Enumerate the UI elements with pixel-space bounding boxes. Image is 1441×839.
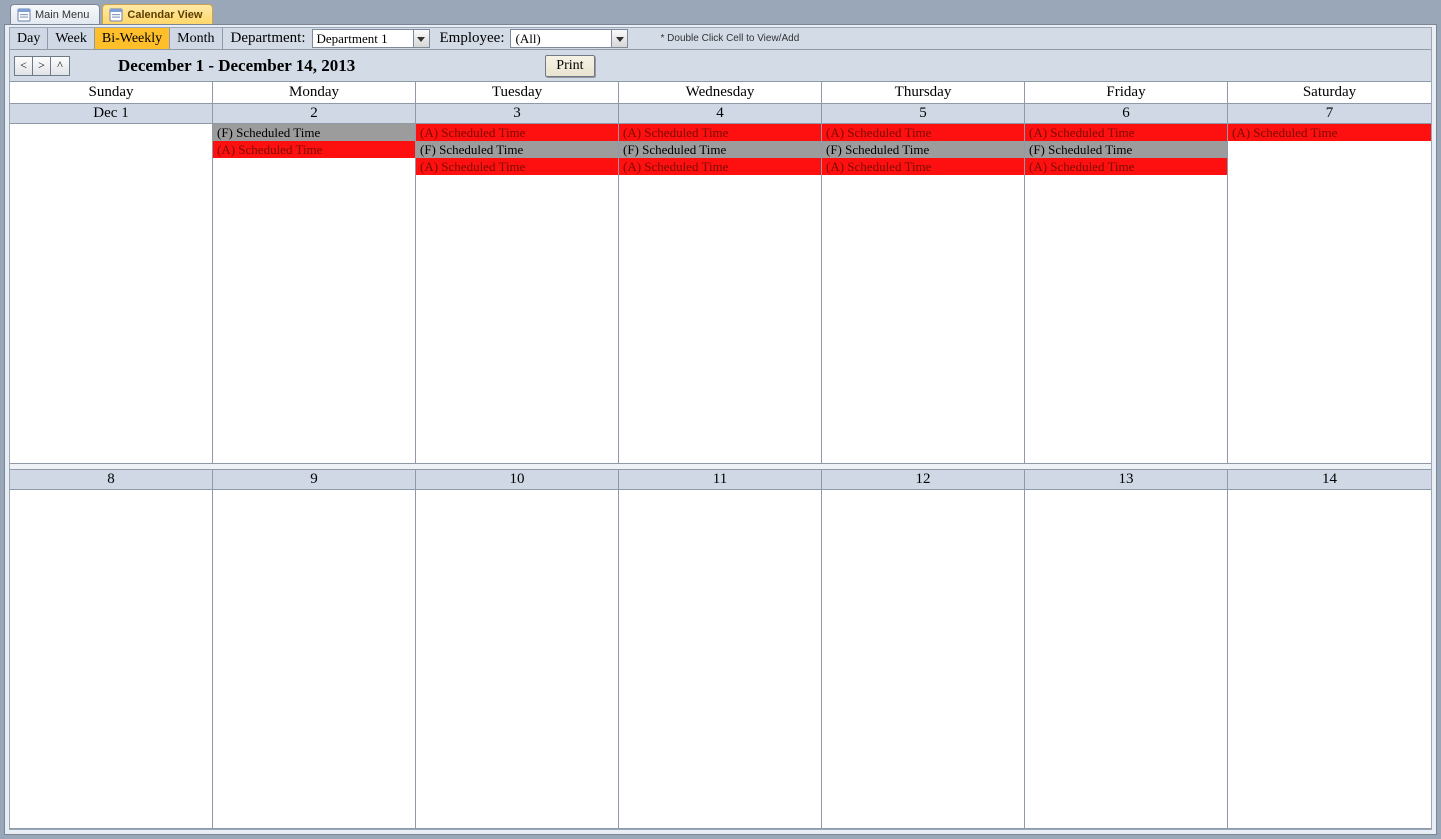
- empty-slot: [1228, 158, 1431, 175]
- day-number: 2: [213, 104, 415, 124]
- employee-input[interactable]: [511, 31, 611, 47]
- window-tab-calendar-view[interactable]: Calendar View: [102, 4, 213, 24]
- empty-slot: [1228, 141, 1431, 158]
- tab-label: Calendar View: [127, 9, 202, 21]
- view-month[interactable]: Month: [170, 28, 222, 49]
- day-number: 4: [619, 104, 821, 124]
- view-toolbar: DayWeekBi-WeeklyMonth Department: Employ…: [10, 28, 1431, 50]
- next-button[interactable]: >: [33, 57, 51, 75]
- nav-buttons: < > ^: [14, 56, 70, 76]
- day-number: 6: [1025, 104, 1227, 124]
- department-combo[interactable]: [312, 29, 430, 48]
- day-cell[interactable]: 10: [416, 470, 619, 829]
- day-events: (A) Scheduled Time(F) Scheduled Time(A) …: [416, 124, 618, 175]
- dropdown-icon[interactable]: [413, 30, 429, 47]
- nav-row: < > ^ December 1 - December 14, 2013 Pri…: [10, 50, 1431, 82]
- window-tab-main-menu[interactable]: Main Menu: [10, 4, 100, 24]
- day-number: 12: [822, 470, 1024, 490]
- day-events: (A) Scheduled Time: [1228, 124, 1431, 175]
- scheduled-event[interactable]: (F) Scheduled Time: [1025, 141, 1227, 158]
- day-number: 9: [213, 470, 415, 490]
- day-cell[interactable]: 11: [619, 470, 822, 829]
- day-number: 3: [416, 104, 618, 124]
- print-button[interactable]: Print: [545, 55, 594, 77]
- tab-label: Main Menu: [35, 9, 89, 21]
- empty-slot: [10, 124, 212, 141]
- scheduled-event[interactable]: (A) Scheduled Time: [416, 158, 618, 175]
- week-row: 891011121314: [10, 470, 1431, 830]
- department-label: Department:: [223, 30, 312, 47]
- scheduled-event[interactable]: (F) Scheduled Time: [416, 141, 618, 158]
- day-events: [10, 124, 212, 175]
- day-number: 14: [1228, 470, 1431, 490]
- view-biweekly[interactable]: Bi-Weekly: [95, 28, 170, 49]
- day-number: 8: [10, 470, 212, 490]
- scheduled-event[interactable]: (A) Scheduled Time: [822, 124, 1024, 141]
- dropdown-icon[interactable]: [611, 30, 627, 47]
- scheduled-event[interactable]: (A) Scheduled Time: [1025, 124, 1227, 141]
- scheduled-event[interactable]: (A) Scheduled Time: [1025, 158, 1227, 175]
- day-cell[interactable]: 5(A) Scheduled Time(F) Scheduled Time(A)…: [822, 104, 1025, 463]
- day-cell[interactable]: 9: [213, 470, 416, 829]
- dow-saturday: Saturday: [1228, 82, 1431, 103]
- day-number: 13: [1025, 470, 1227, 490]
- employee-combo[interactable]: [510, 29, 628, 48]
- scheduled-event[interactable]: (F) Scheduled Time: [822, 141, 1024, 158]
- day-cell[interactable]: 13: [1025, 470, 1228, 829]
- scheduled-event[interactable]: (A) Scheduled Time: [416, 124, 618, 141]
- dow-thursday: Thursday: [822, 82, 1025, 103]
- day-number: 11: [619, 470, 821, 490]
- empty-slot: [10, 141, 212, 158]
- form-icon: [109, 8, 123, 22]
- day-number: 7: [1228, 104, 1431, 124]
- day-events: (A) Scheduled Time(F) Scheduled Time(A) …: [822, 124, 1024, 175]
- day-cell[interactable]: 7(A) Scheduled Time: [1228, 104, 1431, 463]
- calendar-container: DayWeekBi-WeeklyMonth Department: Employ…: [9, 27, 1432, 830]
- date-range-label: December 1 - December 14, 2013: [118, 56, 355, 76]
- dow-friday: Friday: [1025, 82, 1228, 103]
- dow-header: SundayMondayTuesdayWednesdayThursdayFrid…: [10, 82, 1431, 104]
- up-button[interactable]: ^: [51, 57, 69, 75]
- empty-slot: [213, 158, 415, 175]
- hint-text: * Double Click Cell to View/Add: [660, 33, 799, 44]
- view-week[interactable]: Week: [48, 28, 95, 49]
- employee-label: Employee:: [432, 30, 511, 47]
- dow-wednesday: Wednesday: [619, 82, 822, 103]
- weeks-grid: Dec 12(F) Scheduled Time(A) Scheduled Ti…: [10, 104, 1431, 829]
- scheduled-event[interactable]: (A) Scheduled Time: [213, 141, 415, 158]
- view-day[interactable]: Day: [10, 28, 48, 49]
- scheduled-event[interactable]: (F) Scheduled Time: [213, 124, 415, 141]
- day-events: (F) Scheduled Time(A) Scheduled Time: [213, 124, 415, 175]
- dow-monday: Monday: [213, 82, 416, 103]
- day-number: 10: [416, 470, 618, 490]
- week-row: Dec 12(F) Scheduled Time(A) Scheduled Ti…: [10, 104, 1431, 464]
- day-cell[interactable]: 3(A) Scheduled Time(F) Scheduled Time(A)…: [416, 104, 619, 463]
- day-cell[interactable]: 4(A) Scheduled Time(F) Scheduled Time(A)…: [619, 104, 822, 463]
- window-tabs: Main Menu Calendar View: [4, 4, 1437, 24]
- dow-tuesday: Tuesday: [416, 82, 619, 103]
- day-cell[interactable]: 12: [822, 470, 1025, 829]
- scheduled-event[interactable]: (A) Scheduled Time: [1228, 124, 1431, 141]
- dow-sunday: Sunday: [10, 82, 213, 103]
- prev-button[interactable]: <: [15, 57, 33, 75]
- day-cell[interactable]: 2(F) Scheduled Time(A) Scheduled Time: [213, 104, 416, 463]
- scheduled-event[interactable]: (A) Scheduled Time: [619, 124, 821, 141]
- form-icon: [17, 8, 31, 22]
- calendar-app: Main MenuCalendar View DayWeekBi-WeeklyM…: [0, 0, 1441, 839]
- scheduled-event[interactable]: (A) Scheduled Time: [619, 158, 821, 175]
- empty-slot: [10, 158, 212, 175]
- day-number: 5: [822, 104, 1024, 124]
- day-number: Dec 1: [10, 104, 212, 124]
- content-frame: DayWeekBi-WeeklyMonth Department: Employ…: [4, 24, 1437, 835]
- scheduled-event[interactable]: (A) Scheduled Time: [822, 158, 1024, 175]
- day-cell[interactable]: 6(A) Scheduled Time(F) Scheduled Time(A)…: [1025, 104, 1228, 463]
- day-events: (A) Scheduled Time(F) Scheduled Time(A) …: [619, 124, 821, 175]
- day-cell[interactable]: 14: [1228, 470, 1431, 829]
- department-input[interactable]: [313, 31, 413, 47]
- scheduled-event[interactable]: (F) Scheduled Time: [619, 141, 821, 158]
- day-events: (A) Scheduled Time(F) Scheduled Time(A) …: [1025, 124, 1227, 175]
- day-cell[interactable]: 8: [10, 470, 213, 829]
- day-cell[interactable]: Dec 1: [10, 104, 213, 463]
